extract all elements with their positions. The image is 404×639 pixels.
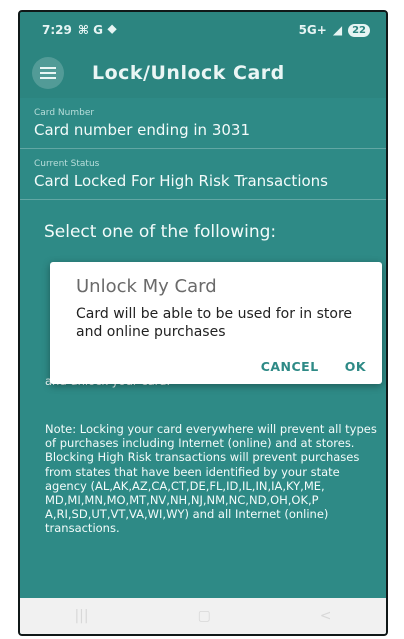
dialog-message: Card will be able to be used for in stor… xyxy=(76,306,353,340)
ok-button[interactable]: OK xyxy=(345,359,366,374)
page-title: Lock/Unlock Card xyxy=(92,62,285,84)
note-text: Note: Locking your card everywhere will … xyxy=(45,422,377,536)
app-bar: Lock/Unlock Card xyxy=(20,48,386,98)
battery-icon: 22 xyxy=(348,23,370,37)
card-number-value: Card number ending in 3031 xyxy=(34,121,251,139)
current-status-field: Current Status Card Locked For High Risk… xyxy=(20,149,386,200)
status-icons: ⌘ G ⯁ xyxy=(77,22,117,37)
card-number-label: Card Number xyxy=(34,108,95,118)
status-bar: 7:29 ⌘ G ⯁ 5G+ ◢ 22 xyxy=(20,12,386,48)
status-time: 7:29 xyxy=(42,23,72,37)
current-status-value: Card Locked For High Risk Transactions xyxy=(34,172,328,190)
back-button[interactable]: < xyxy=(320,608,332,624)
menu-button[interactable] xyxy=(32,57,64,89)
unlock-card-dialog: Unlock My Card Card will be able to be u… xyxy=(50,262,382,384)
phone-screen: 7:29 ⌘ G ⯁ 5G+ ◢ 22 Lock/Unlock Card Car… xyxy=(18,10,388,636)
signal-icon: ◢ xyxy=(332,23,343,37)
system-nav-bar: ||| ▢ < xyxy=(20,598,386,634)
card-number-field: Card Number Card number ending in 3031 xyxy=(20,98,386,149)
network-indicator: 5G+ xyxy=(298,23,327,37)
recent-apps-button[interactable]: ||| xyxy=(74,608,88,624)
menu-icon xyxy=(40,67,56,79)
home-button[interactable]: ▢ xyxy=(198,608,211,624)
dialog-actions: CANCEL OK xyxy=(261,359,366,374)
dialog-title: Unlock My Card xyxy=(76,276,217,297)
cancel-button[interactable]: CANCEL xyxy=(261,359,319,374)
current-status-label: Current Status xyxy=(34,159,100,169)
